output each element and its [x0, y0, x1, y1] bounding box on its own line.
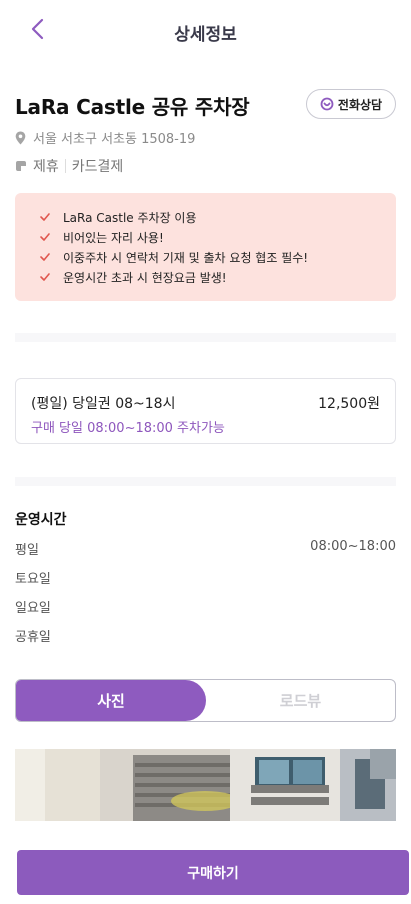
tab-photo[interactable]: 사진: [16, 680, 206, 721]
hours-time: 08:00~18:00: [310, 539, 396, 554]
check-icon: [40, 213, 50, 221]
hours-row-holiday: 공휴일: [15, 626, 396, 645]
notice-item: LaRa Castle 주차장 이용: [39, 207, 396, 227]
parking-lot-name: LaRa Castle 공유 주차장: [15, 95, 250, 119]
feature-tags: 제휴 카드결제: [15, 156, 123, 176]
notice-text: 비어있는 자리 사용!: [63, 230, 164, 245]
ticket-condition: 구매 당일 08:00~18:00 주차가능: [31, 421, 225, 436]
notice-item: 비어있는 자리 사용!: [39, 227, 396, 247]
hours-row-sunday: 일요일: [15, 597, 396, 616]
notice-item: 운영시간 초과 시 현장요금 발생!: [39, 267, 396, 287]
tag-card-payment: 카드결제: [71, 159, 124, 175]
hours-row-saturday: 토요일: [15, 568, 396, 587]
page-title: 상세정보: [174, 25, 237, 45]
phone-icon: [320, 97, 334, 111]
notice-item: 이중주차 시 연락처 기재 및 출차 요청 협조 필수!: [39, 247, 396, 267]
ticket-card[interactable]: (평일) 당일권 08~18시 12,500원 구매 당일 08:00~18:0…: [15, 378, 396, 444]
parking-lot-photo: [15, 749, 396, 821]
section-divider: [15, 477, 396, 486]
operating-hours-title: 운영시간: [15, 512, 67, 528]
hours-row-weekday: 평일 08:00~18:00: [15, 539, 396, 558]
notice-text: 운영시간 초과 시 현장요금 발생!: [63, 270, 227, 285]
tag-partner: 제휴: [33, 159, 59, 175]
phone-consult-label: 전화상담: [337, 97, 383, 112]
tab-roadview[interactable]: 로드뷰: [206, 680, 395, 721]
section-divider: [15, 333, 396, 342]
hours-day: 토요일: [15, 572, 51, 587]
location-pin-icon: [15, 131, 26, 144]
ticket-name: (평일) 당일권 08~18시: [31, 396, 176, 412]
purchase-button[interactable]: 구매하기: [17, 850, 409, 895]
hours-day: 평일: [15, 543, 39, 558]
building-photo: [15, 749, 396, 821]
hours-day: 일요일: [15, 601, 51, 616]
hours-day: 공휴일: [15, 630, 51, 645]
notice-text: 이중주차 시 연락처 기재 및 출차 요청 협조 필수!: [63, 250, 309, 265]
app-header: 상세정보: [0, 0, 411, 62]
ticket-price: 12,500원: [318, 396, 380, 412]
check-icon: [40, 233, 50, 241]
check-icon: [40, 253, 50, 261]
tag-icon: [16, 161, 26, 171]
phone-consult-button[interactable]: 전화상담: [306, 89, 396, 119]
view-toggle: 사진 로드뷰: [15, 679, 396, 722]
tag-divider: [64, 159, 66, 173]
address-text: 서울 서초구 서초동 1508-19: [33, 132, 196, 147]
address-row: 서울 서초구 서초동 1508-19: [15, 128, 195, 147]
check-icon: [40, 273, 50, 281]
notice-box: LaRa Castle 주차장 이용 비어있는 자리 사용! 이중주차 시 연락…: [15, 193, 396, 301]
notice-text: LaRa Castle 주차장 이용: [63, 210, 197, 225]
